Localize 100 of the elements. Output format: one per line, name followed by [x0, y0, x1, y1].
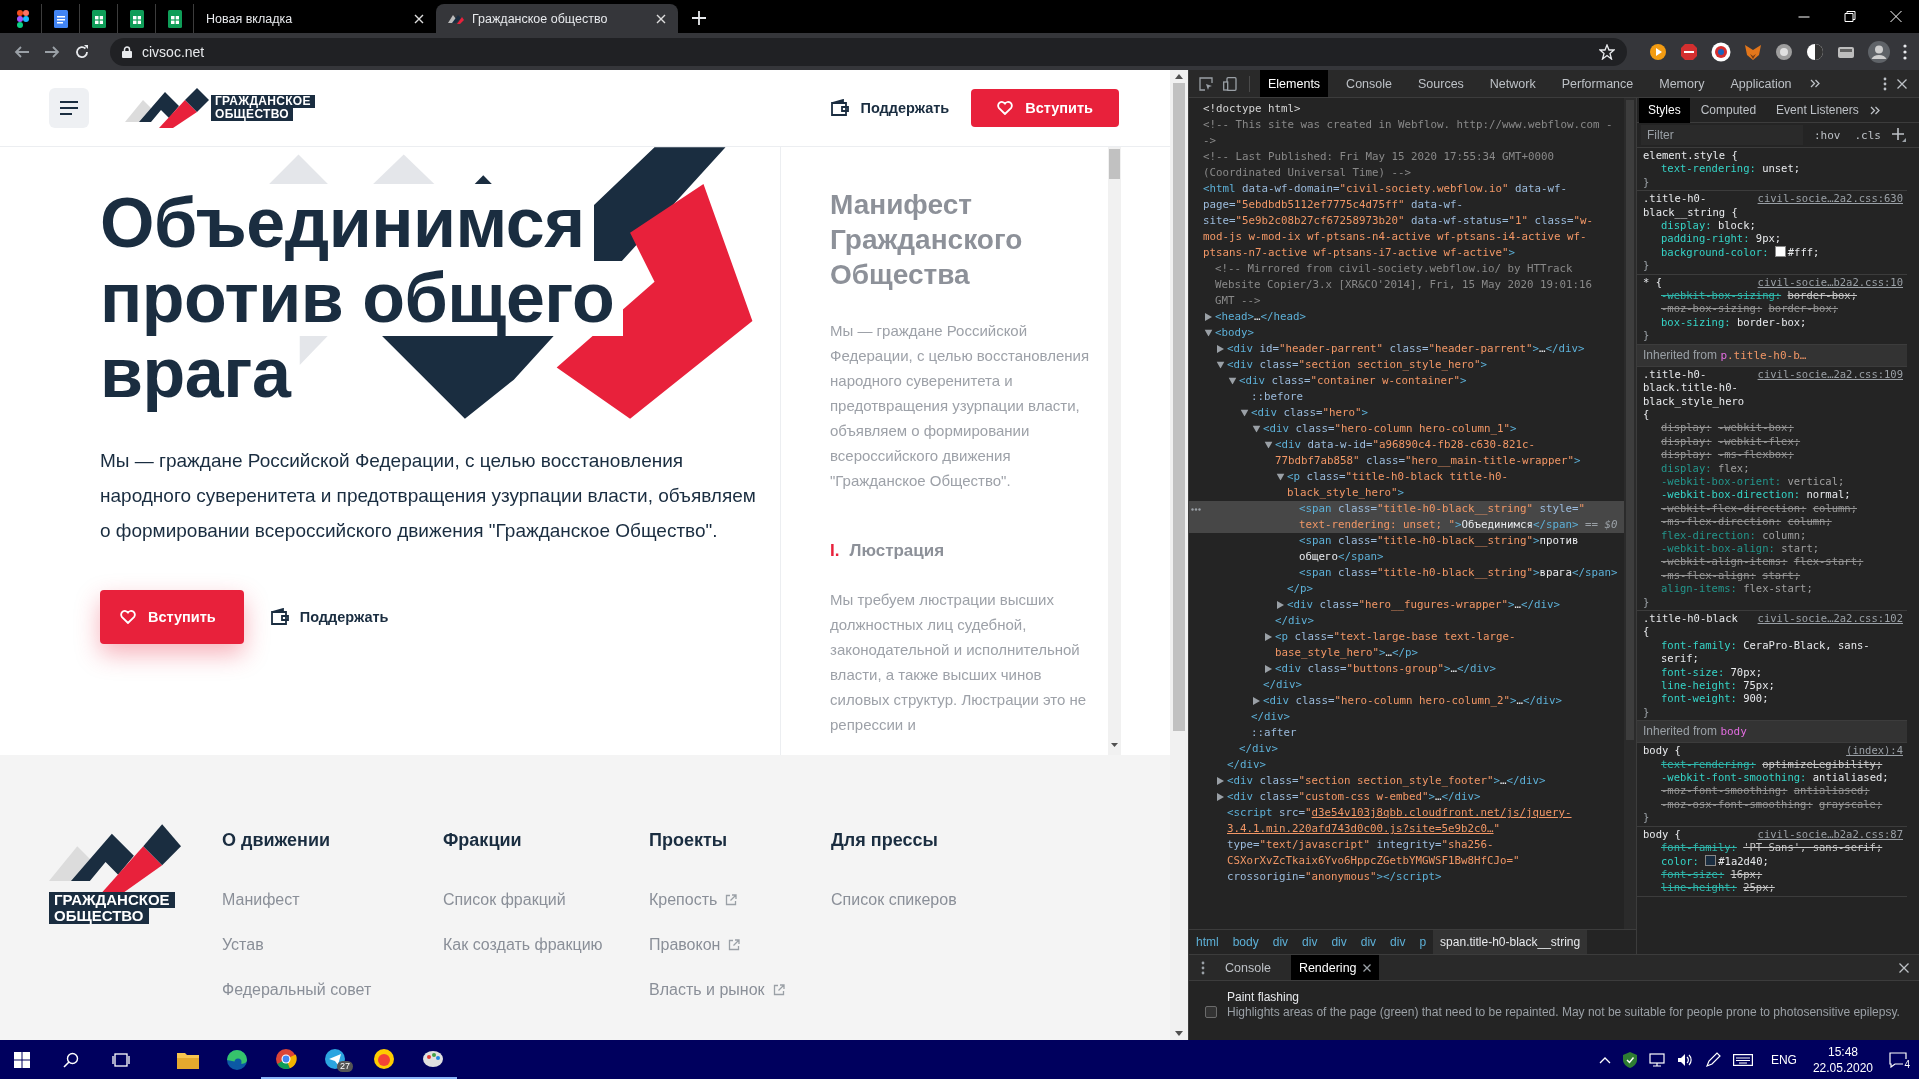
device-toolbar-icon[interactable]	[1223, 76, 1239, 91]
dom-closing-tag[interactable]: </div>	[1189, 757, 1624, 773]
menu-icon[interactable]	[1201, 960, 1205, 975]
task-view-icon[interactable]	[112, 1051, 130, 1068]
color-swatch[interactable]	[1705, 854, 1717, 866]
new-tab-icon[interactable]	[692, 11, 706, 25]
css-property[interactable]: font-size: 16px;	[1643, 867, 1903, 882]
new-rule-icon[interactable]	[1892, 128, 1906, 142]
expand-arrow-icon[interactable]	[1276, 473, 1285, 481]
windows-start-icon[interactable]	[14, 1051, 30, 1068]
expand-arrow-icon[interactable]	[1205, 313, 1212, 321]
source-link[interactable]: civil-socie…2a2.css:630	[1757, 192, 1903, 206]
dom-node[interactable]: <!-- Last Published: Fri May 15 2020 17:55:34 GMT+0000 (Coordinated Universal Time) -->	[1189, 149, 1624, 181]
expand-arrow-icon[interactable]	[1277, 601, 1284, 609]
breadcrumb-item[interactable]: html	[1189, 930, 1226, 954]
css-property[interactable]: font-size: 70px;	[1643, 665, 1903, 680]
expand-arrow-icon[interactable]	[1204, 329, 1213, 337]
css-property[interactable]: -moz-font-smoothing: antialiased;	[1643, 784, 1903, 798]
css-property[interactable]: font-weight: 900;	[1643, 692, 1903, 706]
dom-node[interactable]: <script src="d3e54v103j8qbb.cloudfront.net/js/jquery-3.4.1.min.220afd743d0c00.js?site=5e9b2c0…" type="text/javascript" integrity="sha256-CSXorXvZcTkaix6Yvo6HppcZGetbYMGWSF1Bw8HfCJo=" crossorigin="anonymous"></script>	[1189, 805, 1624, 885]
css-property[interactable]: display: -webkit-flex;	[1643, 434, 1903, 449]
css-property[interactable]: padding-right: 9px;	[1643, 232, 1903, 246]
source-link[interactable]: civil-socie…b2a2.css:10	[1757, 275, 1903, 290]
expand-arrow-icon[interactable]	[1264, 441, 1273, 449]
source-link[interactable]: civil-socie…b2a2.css:87	[1757, 827, 1903, 842]
dom-node[interactable]: <div data-w-id="a96890c4-fb28-c630-821c-77bdbf7ab858" class="hero__main-title-wrapper">	[1189, 437, 1624, 469]
drawer-tab[interactable]: Rendering	[1290, 955, 1379, 980]
chevron-up-icon[interactable]	[1598, 1055, 1611, 1064]
css-property[interactable]: box-sizing: border-box;	[1643, 315, 1903, 330]
devtools-tab[interactable]: Performance	[1553, 70, 1642, 97]
clock[interactable]: 15:48 22.05.2020	[1812, 1043, 1873, 1076]
css-property[interactable]: -webkit-flex-direction: column;	[1643, 501, 1903, 516]
css-property[interactable]: -ms-flex-align: start;	[1643, 568, 1903, 583]
breadcrumb-item[interactable]: div	[1265, 930, 1296, 954]
pen-icon[interactable]	[1704, 1051, 1721, 1068]
expand-arrow-icon[interactable]	[1228, 377, 1237, 385]
dom-node[interactable]: <body>	[1189, 325, 1624, 341]
css-property[interactable]: -moz-box-sizing: border-box;	[1643, 302, 1903, 316]
breadcrumb-item[interactable]: p	[1412, 930, 1434, 954]
css-property[interactable]: display: -ms-flexbox;	[1643, 448, 1903, 462]
source-link[interactable]: civil-socie…2a2.css:102	[1757, 612, 1903, 626]
expand-arrow-icon[interactable]	[1217, 793, 1224, 801]
support-link[interactable]: Поддержать	[830, 99, 950, 117]
expand-arrow-icon[interactable]	[1217, 345, 1224, 353]
close-icon[interactable]	[1899, 962, 1909, 973]
dom-closing-tag[interactable]: </div>	[1189, 613, 1624, 629]
sidebar-tab[interactable]: Styles	[1639, 98, 1690, 123]
dom-node[interactable]: <span class="title-h0-black__string">против общего</span>	[1189, 533, 1624, 565]
reload-icon[interactable]	[74, 43, 90, 60]
breadcrumb-item[interactable]: div	[1353, 930, 1384, 954]
scrollbar-thumb[interactable]	[1109, 149, 1120, 179]
join-button[interactable]: Вступить	[971, 89, 1119, 127]
support-link[interactable]: Поддержать	[269, 608, 389, 626]
scroll-down-icon[interactable]	[1175, 1031, 1183, 1036]
sidebar-tab[interactable]: Computed	[1691, 98, 1766, 123]
fox-icon[interactable]	[1744, 42, 1762, 61]
css-property[interactable]: -webkit-box-sizing: border-box;	[1643, 289, 1903, 303]
dom-closing-tag[interactable]: </div>	[1189, 741, 1624, 757]
css-property[interactable]: -ms-flex-direction: column;	[1643, 515, 1903, 529]
dom-node[interactable]: <!-- Mirrored from civil-society.webflow.io/ by HTTrack Website Copier/3.x [XR&CO'2014], Fri, 15 May 2020 19:01:16 GMT -->	[1189, 261, 1624, 309]
avatar-icon[interactable]	[1868, 40, 1890, 63]
browser-tab[interactable]: Гражданское общество	[436, 4, 678, 33]
menu-button[interactable]	[49, 88, 89, 128]
search-icon[interactable]	[63, 1051, 79, 1068]
devtools-tab[interactable]: Network	[1481, 70, 1544, 97]
close-icon[interactable]	[1897, 78, 1907, 89]
css-property[interactable]: display: -webkit-box;	[1643, 421, 1903, 435]
dom-node[interactable]: <head>…</head>	[1189, 309, 1624, 325]
devtools-tab[interactable]: Elements	[1260, 70, 1329, 97]
dom-node[interactable]: <div class="container w-container">	[1189, 373, 1624, 389]
css-property[interactable]: line-height: 25px;	[1643, 881, 1903, 895]
sidebar-tab[interactable]: Event Listeners	[1767, 98, 1868, 123]
css-property[interactable]: -webkit-font-smoothing: antialiased;	[1643, 771, 1903, 785]
css-property[interactable]: flex-direction: column;	[1643, 528, 1903, 542]
scroll-down-icon[interactable]	[1111, 743, 1118, 747]
dom-node[interactable]: <div class="section section_style_footer">…</div>	[1189, 773, 1624, 789]
scroll-up-icon[interactable]	[1175, 74, 1183, 79]
extension-icon[interactable]	[1806, 42, 1824, 61]
color-swatch[interactable]	[1774, 245, 1786, 257]
dom-closing-tag[interactable]: </div>	[1189, 677, 1624, 693]
breadcrumb-item[interactable]: div	[1324, 930, 1354, 954]
expand-arrow-icon[interactable]	[1265, 665, 1272, 673]
checkbox[interactable]	[1205, 1006, 1217, 1018]
expand-arrow-icon[interactable]	[1265, 633, 1272, 641]
dom-node[interactable]: <div class="hero__fugures-wrapper">…</div>	[1189, 597, 1624, 613]
keyboard-icon[interactable]	[1732, 1053, 1753, 1066]
dom-node[interactable]: <p class="title-h0-black title-h0-black_style_hero">	[1189, 469, 1624, 501]
devtools-tab[interactable]: Application	[1722, 70, 1800, 97]
css-property[interactable]: -webkit-box-direction: normal;	[1643, 488, 1903, 502]
css-property[interactable]: -webkit-box-align: start;	[1643, 541, 1903, 556]
filter-field[interactable]: Filter	[1641, 125, 1803, 145]
more-icon[interactable]	[1191, 508, 1201, 511]
more-tabs-icon[interactable]	[1869, 105, 1880, 115]
expand-arrow-icon[interactable]	[1217, 777, 1224, 785]
close-icon[interactable]	[1362, 963, 1371, 972]
drawer-tab[interactable]: Console	[1217, 955, 1279, 980]
source-link[interactable]: civil-socie…2a2.css:109	[1757, 367, 1903, 382]
dom-node[interactable]: <div id="header-parrent" class="header-parrent">…</div>	[1189, 341, 1624, 357]
dom-node[interactable]: <div class="section section_style_hero">	[1189, 357, 1624, 373]
css-property[interactable]: align-items: flex-start;	[1643, 582, 1903, 596]
